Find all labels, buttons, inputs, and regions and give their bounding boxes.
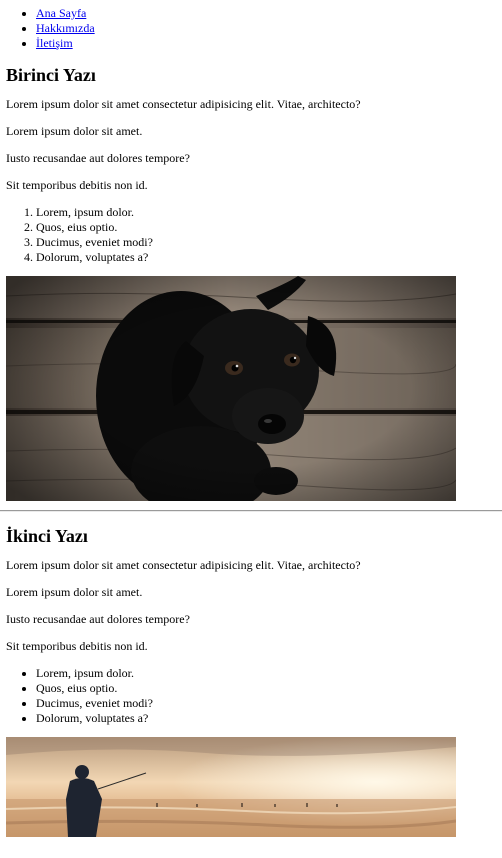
list-item: Quos, eius optio. [36, 681, 496, 696]
post-paragraph: Iusto recusandae aut dolores tempore? [6, 151, 190, 165]
nav-menu: Ana Sayfa Hakkımızda İletişim [6, 6, 496, 51]
nav-item: Hakkımızda [36, 21, 496, 36]
list-item: Dolorum, voluptates a? [36, 711, 496, 726]
unordered-list: Lorem, ipsum dolor. Quos, eius optio. Du… [6, 666, 496, 726]
list-item: Ducimus, eveniet modi? [36, 235, 496, 250]
section-divider [0, 510, 502, 512]
post-paragraph: Lorem ipsum dolor sit amet consectetur a… [6, 558, 361, 572]
list-item: Quos, eius optio. [36, 220, 496, 235]
post-title: Birinci Yazı [6, 65, 96, 85]
nav-item: İletişim [36, 36, 496, 51]
list-item: Dolorum, voluptates a? [36, 250, 496, 265]
post-first: Birinci Yazı Lorem ipsum dolor sit amet … [6, 65, 496, 501]
post-paragraph: Sit temporibus debitis non id. [6, 639, 148, 653]
post-paragraph: Sit temporibus debitis non id. [6, 178, 148, 192]
post-second: İkinci Yazı Lorem ipsum dolor sit amet c… [6, 526, 496, 837]
post-paragraph: Iusto recusandae aut dolores tempore? [6, 612, 190, 626]
nav-link-home[interactable]: Ana Sayfa [36, 6, 86, 20]
post-paragraph: Lorem ipsum dolor sit amet. [6, 124, 143, 138]
list-item: Lorem, ipsum dolor. [36, 666, 496, 681]
post-title: İkinci Yazı [6, 526, 88, 546]
list-item: Lorem, ipsum dolor. [36, 205, 496, 220]
list-item: Ducimus, eveniet modi? [36, 696, 496, 711]
ordered-list: Lorem, ipsum dolor. Quos, eius optio. Du… [6, 205, 496, 265]
dog-photo [6, 276, 456, 501]
post-paragraph: Lorem ipsum dolor sit amet. [6, 585, 143, 599]
nav-item: Ana Sayfa [36, 6, 496, 21]
nav-link-about[interactable]: Hakkımızda [36, 21, 95, 35]
nav-link-contact[interactable]: İletişim [36, 36, 73, 50]
page: Ana Sayfa Hakkımızda İletişim Birinci Ya… [0, 6, 502, 837]
sunset-photo [6, 737, 456, 837]
post-paragraph: Lorem ipsum dolor sit amet consectetur a… [6, 97, 361, 111]
